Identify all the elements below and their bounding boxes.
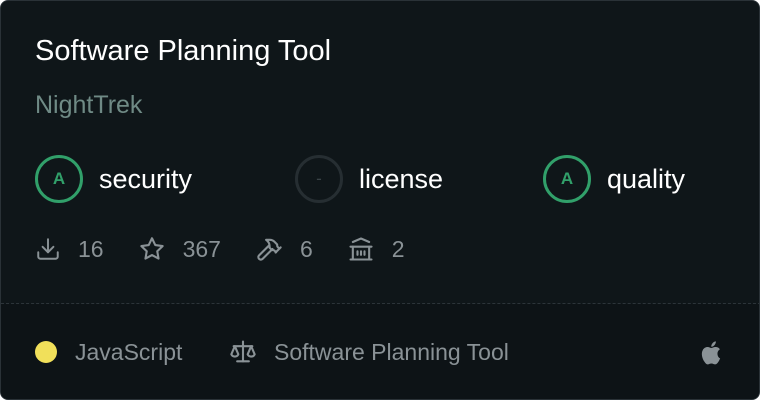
downloads-count: 16 bbox=[78, 235, 104, 262]
hammer-icon bbox=[257, 238, 282, 261]
stars-count: 367 bbox=[182, 235, 221, 262]
stars-stat: 367 bbox=[138, 235, 221, 263]
repo-owner[interactable]: NightTrek bbox=[35, 91, 142, 120]
license-label: Software Planning Tool bbox=[274, 338, 509, 365]
security-grade-badge: A bbox=[35, 155, 83, 203]
quality-score[interactable]: A quality bbox=[543, 155, 685, 203]
quality-score-label: quality bbox=[607, 163, 686, 194]
security-score[interactable]: A security bbox=[35, 155, 192, 203]
star-icon bbox=[139, 237, 164, 260]
tools-count: 6 bbox=[299, 235, 313, 262]
downloads-stat: 16 bbox=[35, 236, 104, 263]
language-color-dot bbox=[35, 341, 57, 363]
license-score[interactable]: - license bbox=[295, 155, 443, 203]
license-grade-badge: - bbox=[295, 155, 343, 203]
quality-grade-badge: A bbox=[543, 155, 591, 203]
tools-stat: 6 bbox=[255, 235, 313, 263]
stats-row: 16 367 6 2 bbox=[35, 231, 439, 267]
security-score-label: security bbox=[99, 163, 193, 194]
institutions-stat: 2 bbox=[347, 235, 405, 263]
license-score-label: license bbox=[359, 163, 444, 194]
card-footer: JavaScript Software Planning Tool bbox=[1, 304, 759, 399]
language-label: JavaScript bbox=[75, 338, 183, 365]
download-icon bbox=[37, 238, 59, 260]
language-info: JavaScript bbox=[35, 337, 182, 367]
repo-title[interactable]: Software Planning Tool bbox=[35, 35, 331, 68]
scale-icon bbox=[230, 340, 256, 363]
bank-icon bbox=[349, 237, 373, 261]
apple-icon bbox=[701, 341, 721, 365]
institutions-count: 2 bbox=[391, 235, 405, 262]
platform-info bbox=[699, 338, 726, 373]
repo-card[interactable]: Software Planning Tool NightTrek A secur… bbox=[0, 0, 760, 400]
license-info: Software Planning Tool bbox=[229, 337, 509, 367]
